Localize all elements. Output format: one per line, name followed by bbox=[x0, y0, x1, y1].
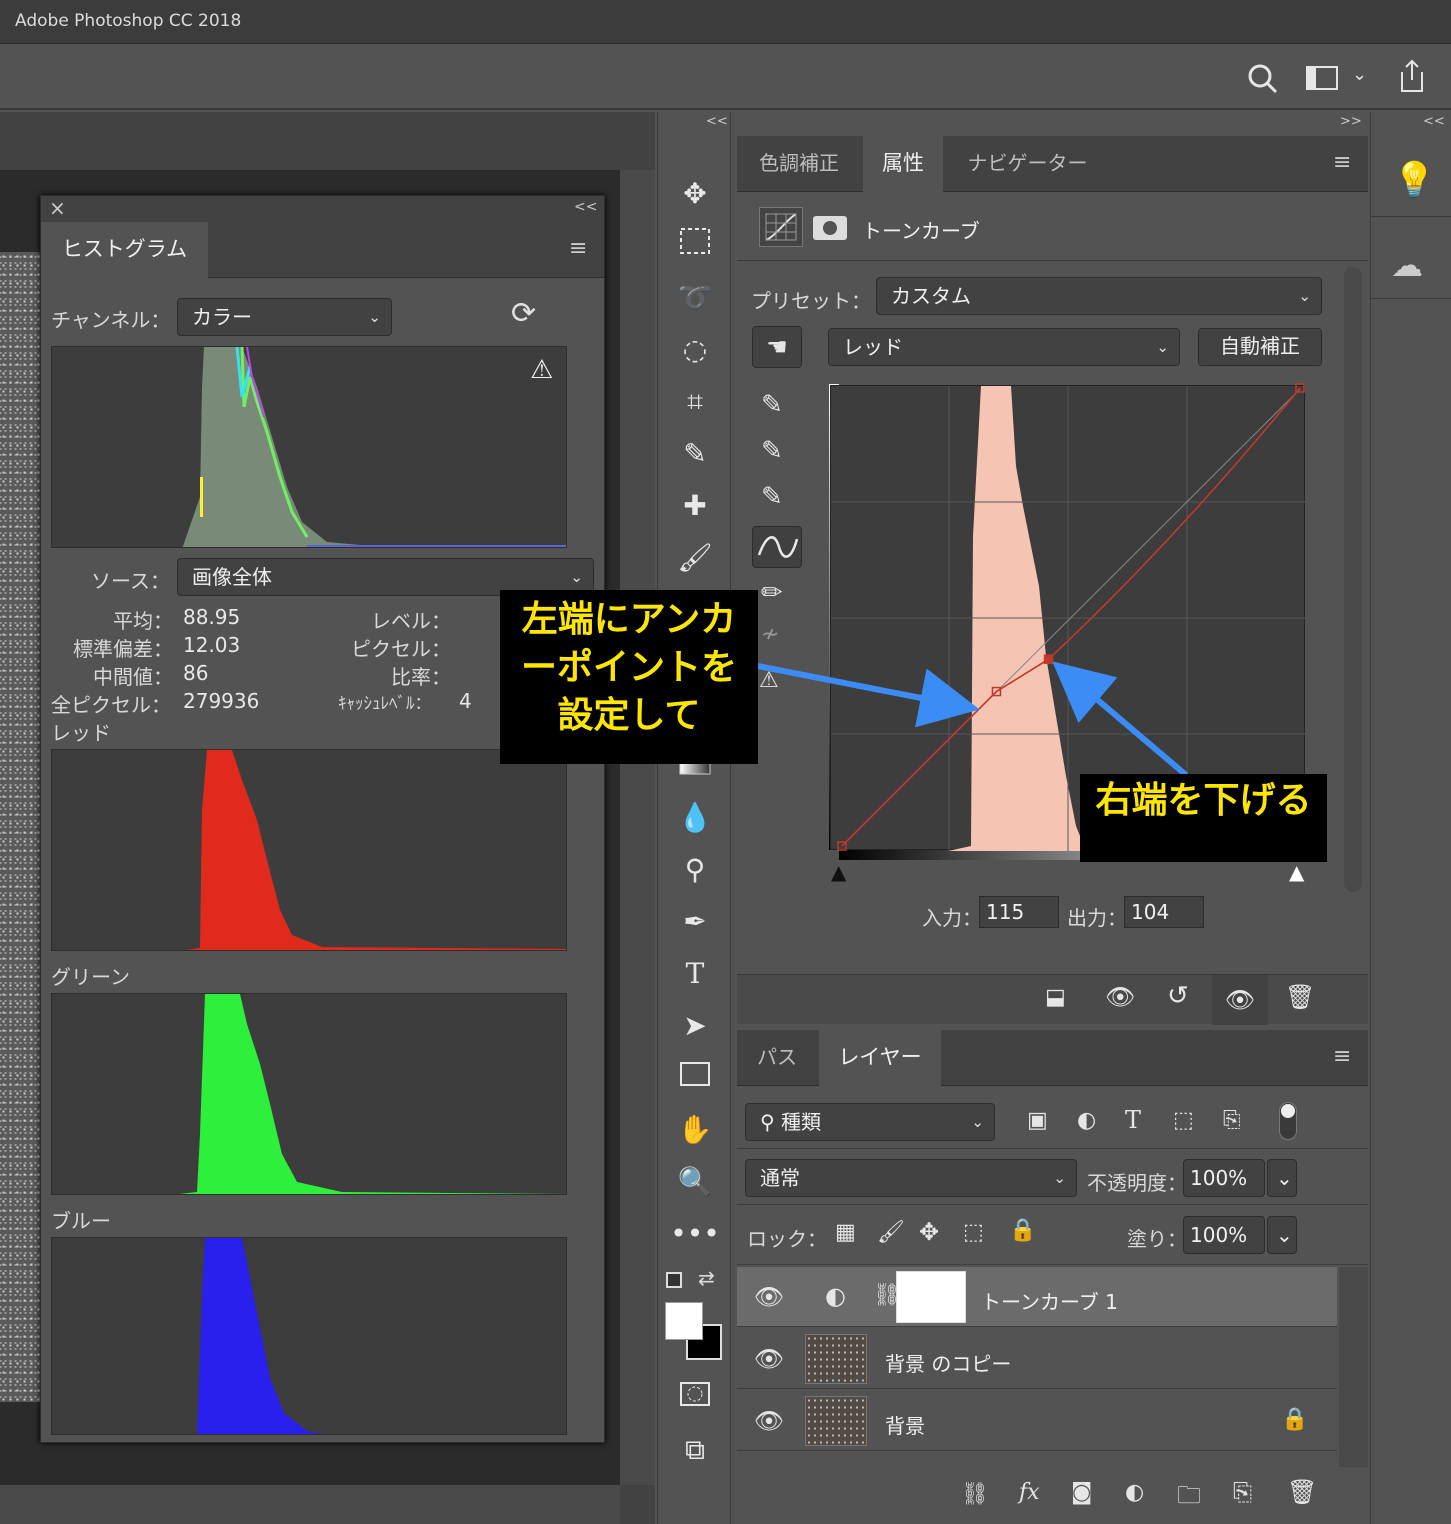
arrow-left bbox=[757, 663, 980, 728]
callout-left-anchor: 左端にアンカーポイントを設定して bbox=[500, 590, 758, 764]
curve-anchor-point[interactable] bbox=[1043, 654, 1054, 664]
arrow-right bbox=[1052, 661, 1188, 778]
callout-right-down: 右端を下げる bbox=[1080, 774, 1327, 862]
